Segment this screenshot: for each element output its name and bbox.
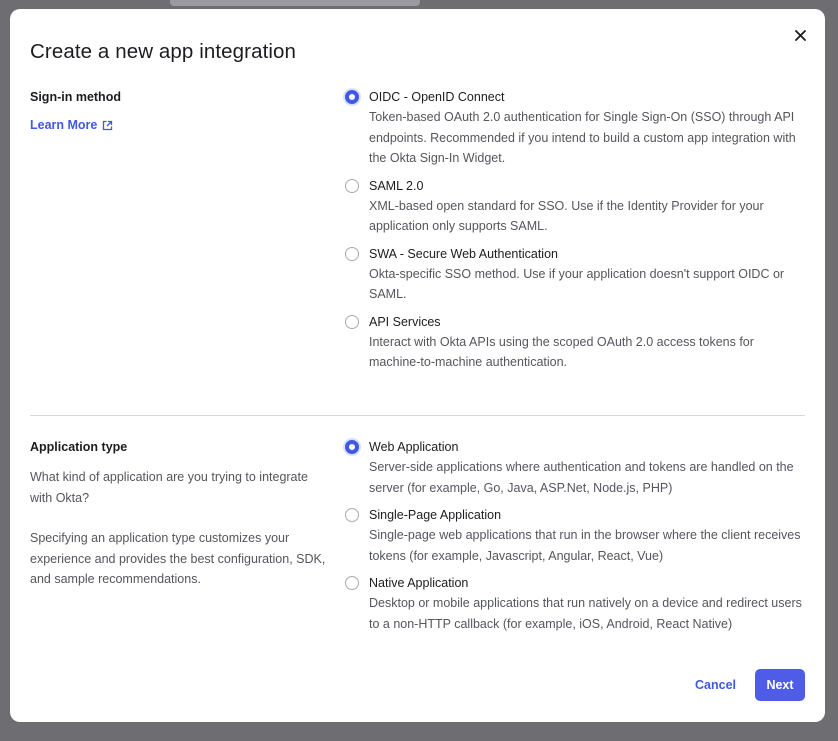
learn-more-label: Learn More xyxy=(30,118,98,132)
section-divider xyxy=(30,415,805,416)
radio-swa[interactable] xyxy=(345,246,359,261)
radio-single-page-application[interactable] xyxy=(345,508,359,522)
modal-title: Create a new app integration xyxy=(30,40,297,63)
option-web-application[interactable]: Web Application Server-side applications… xyxy=(345,439,807,498)
option-description: Server-side applications where authentic… xyxy=(369,460,794,495)
next-button[interactable]: Next xyxy=(755,669,805,701)
application-type-heading: Application type xyxy=(30,440,128,454)
application-type-options: Web Application Server-side applications… xyxy=(345,439,807,643)
external-link-icon xyxy=(103,120,113,130)
option-label: OIDC - OpenID Connect xyxy=(369,90,505,104)
radio-web-application[interactable] xyxy=(345,440,359,454)
sign-in-method-options: OIDC - OpenID Connect Token-based OAuth … xyxy=(345,89,807,382)
option-description: Okta-specific SSO method. Use if your ap… xyxy=(369,266,785,302)
option-oidc[interactable]: OIDC - OpenID Connect Token-based OAuth … xyxy=(345,89,807,169)
option-description: Interact with Okta APIs using the scoped… xyxy=(369,334,754,370)
option-label: Native Application xyxy=(369,576,469,590)
close-button[interactable] xyxy=(791,26,809,44)
option-description: Token-based OAuth 2.0 authentication for… xyxy=(369,110,796,165)
sign-in-method-heading: Sign-in method xyxy=(30,90,121,104)
sign-in-method-info: Sign-in method Learn More xyxy=(30,89,330,134)
learn-more-link[interactable]: Learn More xyxy=(30,118,113,132)
option-label: SAML 2.0 xyxy=(369,178,424,193)
option-api-services[interactable]: API Services Interact with Okta APIs usi… xyxy=(345,314,807,373)
option-saml[interactable]: SAML 2.0 XML-based open standard for SSO… xyxy=(345,178,807,237)
modal-footer: Cancel Next xyxy=(695,669,805,701)
option-description: Desktop or mobile applications that run … xyxy=(369,596,802,631)
option-single-page-application[interactable]: Single-Page Application Single-page web … xyxy=(345,507,807,566)
cancel-button[interactable]: Cancel xyxy=(695,678,736,692)
radio-saml[interactable] xyxy=(345,178,359,193)
radio-api-services[interactable] xyxy=(345,314,359,329)
create-app-integration-modal: Create a new app integration Sign-in met… xyxy=(10,9,825,722)
radio-oidc[interactable] xyxy=(345,90,359,104)
background-page-strip xyxy=(170,0,420,6)
option-label: SWA - Secure Web Authentication xyxy=(369,246,558,261)
application-type-description-2: Specifying an application type customize… xyxy=(30,531,326,586)
option-native-application[interactable]: Native Application Desktop or mobile app… xyxy=(345,575,807,634)
application-type-info: Application type What kind of applicatio… xyxy=(30,439,330,590)
option-swa[interactable]: SWA - Secure Web Authentication Okta-spe… xyxy=(345,246,807,305)
application-type-description: What kind of application are you trying … xyxy=(30,470,308,505)
option-label: Single-Page Application xyxy=(369,508,502,522)
option-description: Single-page web applications that run in… xyxy=(369,528,801,563)
radio-native-application[interactable] xyxy=(345,576,359,590)
option-description: XML-based open standard for SSO. Use if … xyxy=(369,198,764,234)
option-label: Web Application xyxy=(369,440,459,454)
close-icon xyxy=(794,29,806,41)
option-label: API Services xyxy=(369,314,441,329)
